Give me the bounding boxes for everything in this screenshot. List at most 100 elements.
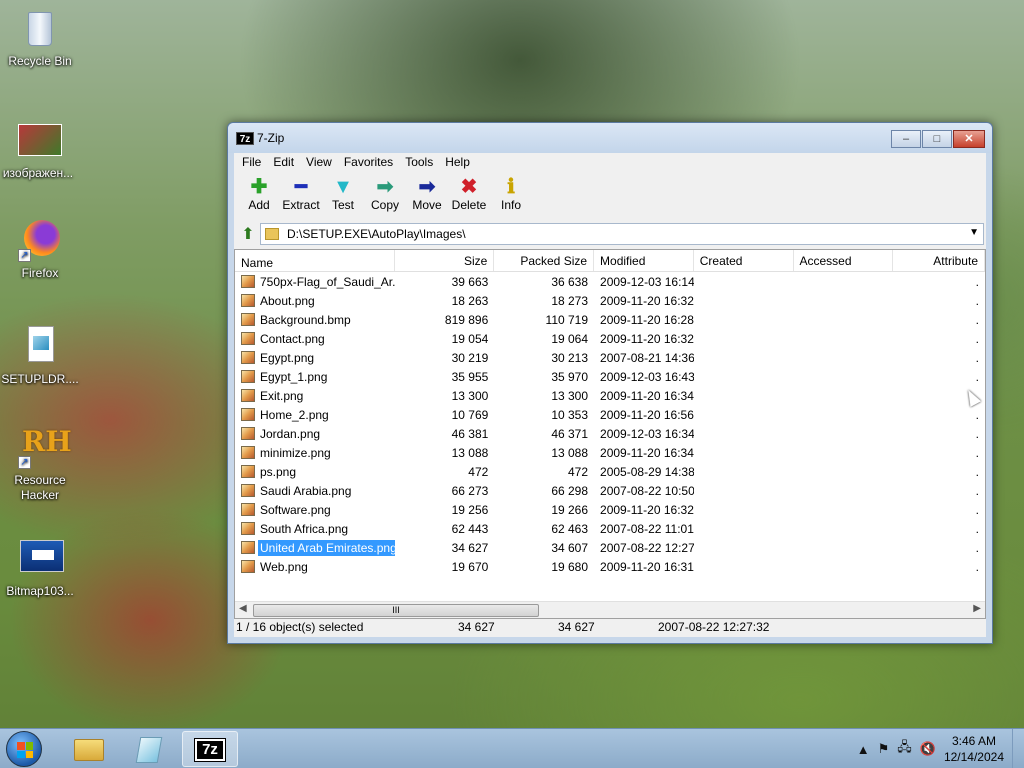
- file-packed-size: 18 273: [551, 293, 589, 308]
- desktop-icon-resource-hacker[interactable]: RH ↗ Resource Hacker: [0, 425, 80, 503]
- column-accessed[interactable]: Accessed: [794, 250, 894, 271]
- title-bar[interactable]: 7z 7-Zip – □ ✕: [228, 123, 992, 153]
- menu-edit[interactable]: Edit: [267, 153, 300, 173]
- menu-help[interactable]: Help: [439, 153, 476, 173]
- file-row[interactable]: Background.bmp 819 896 110 719 2009-11-20 1…: [235, 310, 985, 329]
- network-icon[interactable]: 🖧: [897, 738, 912, 760]
- file-name-cell: Software.png: [235, 502, 395, 518]
- desktop-icon-setupldr[interactable]: SETUPLDR....: [0, 324, 80, 387]
- move-button[interactable]: ➡ Move: [406, 173, 448, 221]
- scroll-left-icon[interactable]: ◀: [239, 603, 247, 614]
- add-button[interactable]: ✚ Add: [238, 173, 280, 221]
- desktop-icon-image[interactable]: изображен...: [0, 118, 78, 181]
- file-name: Exit.png: [260, 388, 304, 403]
- copy-button[interactable]: ➡ Copy: [364, 173, 406, 221]
- menu-favorites[interactable]: Favorites: [338, 153, 399, 173]
- file-row[interactable]: About.png 18 263 18 273 2009-11-20 16:32.: [235, 291, 985, 310]
- file-name-cell: About.png: [235, 293, 395, 309]
- minimize-button[interactable]: –: [891, 130, 921, 148]
- desktop-icon-bitmap[interactable]: Bitmap103...: [0, 536, 80, 599]
- file-row[interactable]: South Africa.png 62 443 62 463 2007-08-22 1…: [235, 519, 985, 538]
- file-row[interactable]: ps.png 472 472 2005-08-29 14:38.: [235, 462, 985, 481]
- file-packed-size: 46 371: [551, 426, 589, 441]
- taskbar-explorer[interactable]: [62, 731, 118, 767]
- file-name-cell: Contact.png: [235, 331, 395, 347]
- column-name[interactable]: Name: [235, 250, 395, 271]
- menu-view[interactable]: View: [300, 153, 338, 173]
- file-row[interactable]: Jordan.png 46 381 46 371 2009-12-03 16:34.: [235, 424, 985, 443]
- file-packed-size: 34 607: [551, 540, 589, 555]
- file-name: Jordan.png: [260, 426, 321, 441]
- desktop-icon-recycle-bin[interactable]: Recycle Bin: [0, 6, 80, 69]
- file-row[interactable]: United Arab Emirates.png 34 627 34 607 2007…: [235, 538, 985, 557]
- file-modified: 2009-11-20 16:32: [600, 293, 694, 308]
- file-icon: [18, 324, 62, 368]
- file-row[interactable]: Egypt.png 30 219 30 213 2007-08-21 14:36.: [235, 348, 985, 367]
- file-attribute: .: [975, 350, 979, 365]
- file-row[interactable]: Egypt_1.png 35 955 35 970 2009-12-03 16:43.: [235, 367, 985, 386]
- file-modified: 2009-12-03 16:14: [600, 274, 694, 289]
- file-name: Background.bmp: [260, 312, 351, 327]
- address-input[interactable]: D:\SETUP.EXE\AutoPlay\Images\ ▼: [260, 223, 984, 245]
- file-name: Home_2.png: [260, 407, 329, 422]
- file-modified: 2009-11-20 16:56: [600, 407, 694, 422]
- column-packed-size[interactable]: Packed Size: [494, 250, 595, 271]
- taskbar-sevenzip[interactable]: 7z: [182, 731, 238, 767]
- show-desktop-button[interactable]: [1012, 729, 1024, 768]
- info-button[interactable]: ℹ Info: [490, 173, 532, 221]
- file-row[interactable]: Web.png 19 670 19 680 2009-11-20 16:31.: [235, 557, 985, 576]
- file-modified: 2007-08-22 11:01: [600, 521, 694, 536]
- file-row[interactable]: 750px-Flag_of_Saudi_Ar... 39 663 36 638 200…: [235, 272, 985, 291]
- file-row[interactable]: Software.png 19 256 19 266 2009-11-20 16:32…: [235, 500, 985, 519]
- clock[interactable]: 3:46 AM 12/14/2024: [944, 733, 1004, 765]
- file-attribute: .: [975, 540, 979, 555]
- file-size: 30 219: [451, 350, 489, 365]
- file-name-cell: ps.png: [235, 464, 395, 480]
- file-row[interactable]: Exit.png 13 300 13 300 2009-11-20 16:34.: [235, 386, 985, 405]
- chevron-down-icon[interactable]: ▼: [969, 227, 979, 238]
- column-attribute[interactable]: Attribute: [893, 250, 985, 271]
- file-row[interactable]: minimize.png 13 088 13 088 2009-11-20 16:34…: [235, 443, 985, 462]
- file-name-cell: South Africa.png: [235, 521, 395, 537]
- volume-muted-icon[interactable]: 🔇: [920, 741, 936, 757]
- start-button[interactable]: [6, 731, 42, 767]
- action-center-flag-icon[interactable]: ⚑: [878, 741, 890, 757]
- column-created[interactable]: Created: [694, 250, 794, 271]
- file-name-cell: Home_2.png: [235, 407, 395, 423]
- delete-button[interactable]: ✖ Delete: [448, 173, 490, 221]
- show-hidden-icons-icon[interactable]: ▲: [857, 742, 870, 757]
- image-file-icon: [241, 465, 255, 478]
- menu-tools[interactable]: Tools: [399, 153, 439, 173]
- desktop-icon-firefox[interactable]: ↗ Firefox: [0, 218, 80, 281]
- file-modified: 2009-11-20 16:31: [600, 559, 694, 574]
- scroll-thumb[interactable]: III: [253, 604, 539, 617]
- file-name: Contact.png: [260, 331, 325, 346]
- file-list[interactable]: Name Size Packed Size Modified Created A…: [234, 249, 986, 619]
- file-row[interactable]: Contact.png 19 054 19 064 2009-11-20 16:32.: [235, 329, 985, 348]
- bitmap-icon: [18, 536, 64, 580]
- file-name: South Africa.png: [260, 521, 349, 536]
- file-name: United Arab Emirates.png: [258, 539, 395, 556]
- horizontal-scrollbar[interactable]: ◀ III ▶: [235, 601, 985, 618]
- column-modified[interactable]: Modified: [594, 250, 694, 271]
- menu-file[interactable]: File: [236, 153, 267, 173]
- up-folder-icon[interactable]: ⬆: [236, 224, 260, 244]
- test-button[interactable]: ▼ Test: [322, 173, 364, 221]
- taskbar-setupldr[interactable]: [122, 731, 178, 767]
- column-size[interactable]: Size: [395, 250, 495, 271]
- file-attribute: .: [975, 407, 979, 422]
- close-button[interactable]: ✕: [953, 130, 985, 148]
- scroll-right-icon[interactable]: ▶: [973, 603, 981, 614]
- clock-time: 3:46 AM: [951, 734, 996, 748]
- maximize-button[interactable]: □: [922, 130, 952, 148]
- folder-icon: [265, 228, 279, 240]
- sevenzip-app-icon: 7z: [194, 738, 226, 762]
- file-size: 819 896: [444, 312, 489, 327]
- shortcut-arrow-icon: ↗: [18, 249, 31, 262]
- image-file-icon: [241, 446, 255, 459]
- file-modified: 2005-08-29 14:38: [600, 464, 694, 479]
- file-row[interactable]: Saudi Arabia.png 66 273 66 298 2007-08-22 1…: [235, 481, 985, 500]
- file-row[interactable]: Home_2.png 10 769 10 353 2009-11-20 16:56.: [235, 405, 985, 424]
- file-packed-size: 10 353: [551, 407, 589, 422]
- extract-button[interactable]: ━ Extract: [280, 173, 322, 221]
